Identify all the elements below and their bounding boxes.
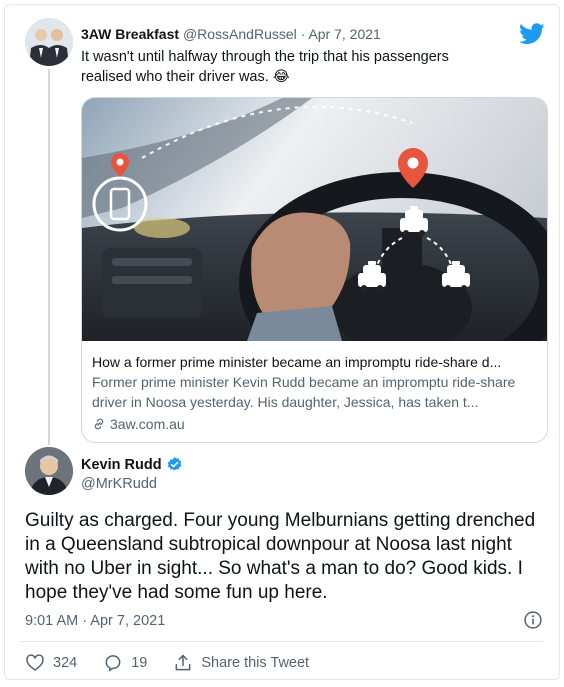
share-label: Share this Tweet bbox=[201, 655, 310, 671]
share-button[interactable]: Share this Tweet bbox=[173, 653, 309, 673]
link-domain-row: 3aw.com.au bbox=[92, 414, 542, 434]
link-preview-image bbox=[82, 98, 547, 341]
parent-tweet-text: It wasn't until halfway through the trip… bbox=[81, 49, 449, 85]
twitter-bird-icon[interactable] bbox=[519, 23, 545, 45]
parent-display-name[interactable]: 3AW Breakfast bbox=[81, 26, 179, 42]
heart-icon bbox=[26, 654, 44, 671]
header-separator: · bbox=[300, 26, 306, 42]
link-domain[interactable]: 3aw.com.au bbox=[110, 414, 185, 434]
main-tweet-text: Guilty as charged. Four young Melburnian… bbox=[25, 510, 536, 603]
tweet-timestamp[interactable]: 9:01 AM · Apr 7, 2021 bbox=[25, 613, 165, 629]
parent-tweet-header: 3AW Breakfast @RossAndRussel · Apr 7, 20… bbox=[81, 26, 381, 42]
link-icon bbox=[94, 418, 104, 430]
tweet-actions: 324 19 Share this Tweet bbox=[25, 653, 335, 673]
main-display-name-row: Kevin Rudd bbox=[81, 456, 183, 473]
link-title[interactable]: How a former prime minister became an im… bbox=[92, 352, 542, 372]
main-handle[interactable]: @MrKRudd bbox=[81, 476, 157, 492]
reply-button[interactable]: 19 bbox=[103, 653, 147, 673]
share-icon bbox=[175, 654, 191, 671]
like-button[interactable]: 324 bbox=[25, 653, 77, 673]
link-description: Former prime minister Kevin Rudd became … bbox=[92, 374, 516, 410]
parent-avatar[interactable] bbox=[25, 18, 73, 66]
link-preview-body: How a former prime minister became an im… bbox=[92, 352, 542, 434]
like-count: 324 bbox=[53, 655, 78, 671]
thread-connector-line bbox=[48, 69, 50, 445]
reply-count: 19 bbox=[131, 655, 148, 671]
parent-date[interactable]: Apr 7, 2021 bbox=[308, 26, 380, 42]
verified-badge-icon bbox=[167, 457, 181, 471]
tweet-embed-card: 3AW Breakfast @RossAndRussel · Apr 7, 20… bbox=[4, 4, 560, 680]
reply-icon bbox=[105, 655, 121, 672]
parent-handle[interactable]: @RossAndRussel bbox=[183, 26, 297, 42]
divider bbox=[21, 641, 543, 642]
main-avatar[interactable] bbox=[25, 447, 73, 495]
info-icon[interactable] bbox=[523, 610, 543, 630]
main-display-name[interactable]: Kevin Rudd bbox=[81, 457, 162, 473]
link-preview-card[interactable]: How a former prime minister became an im… bbox=[81, 97, 548, 443]
